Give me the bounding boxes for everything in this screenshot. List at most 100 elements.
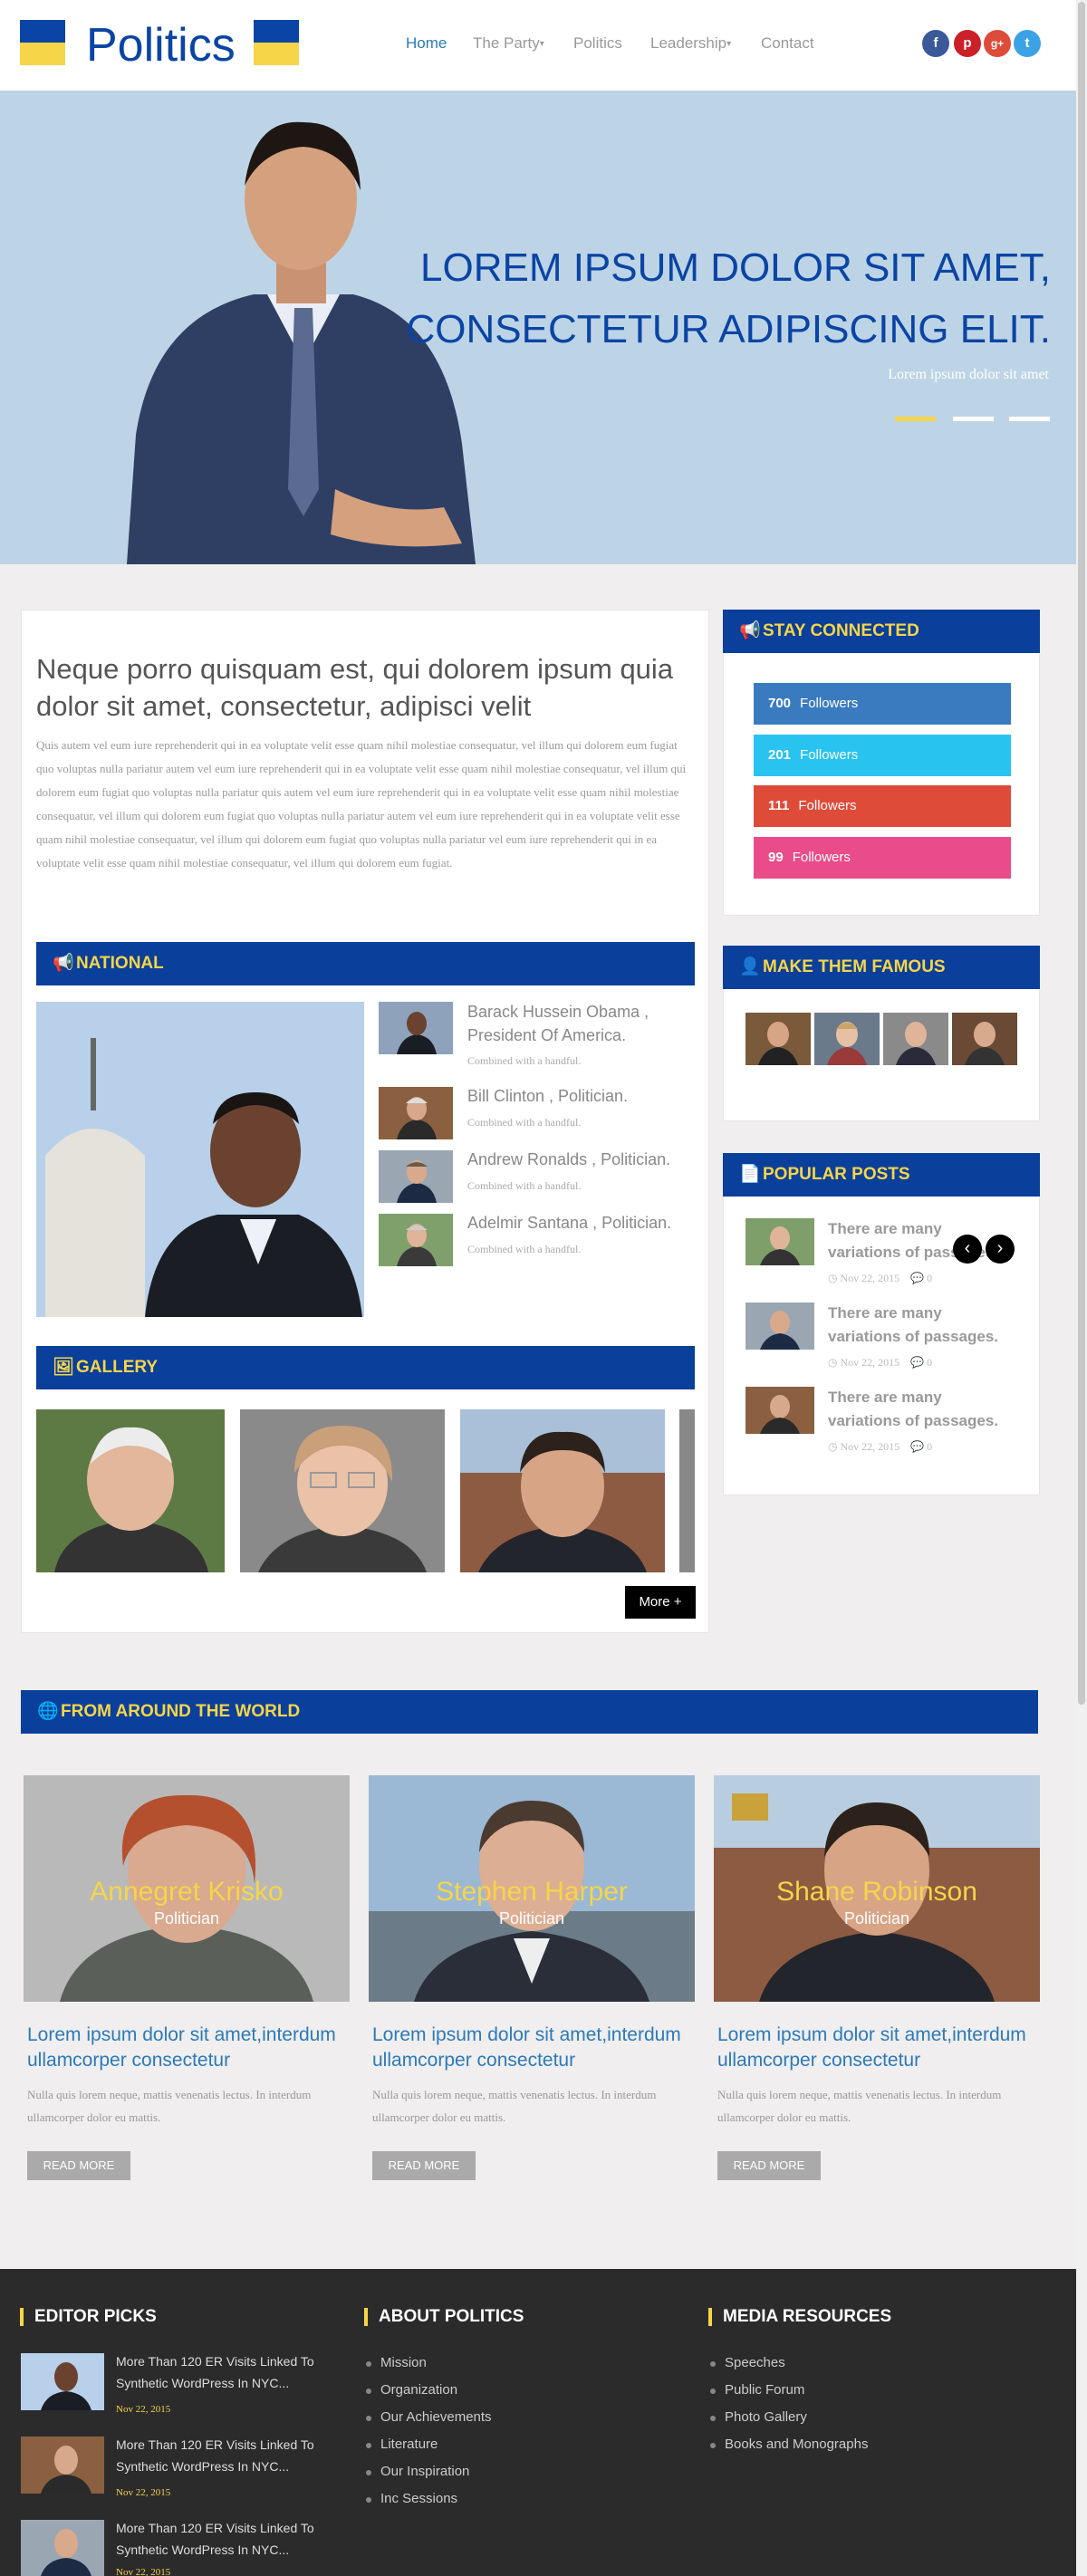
section-heading: MAKE THEM FAMOUS xyxy=(763,957,946,976)
post-photo xyxy=(746,1302,814,1350)
world-card-text: Nulla quis lorem neque, mattis venenatis… xyxy=(27,2088,312,2124)
world-card-title[interactable]: Lorem ipsum dolor sit amet,interdum ulla… xyxy=(372,2023,707,2073)
facebook-icon[interactable]: f xyxy=(922,30,949,57)
scrollbar-thumb[interactable] xyxy=(1078,2,1085,1705)
follower-count: 700 xyxy=(768,696,792,711)
gallery-photo xyxy=(36,1409,225,1572)
gallery-item-partial[interactable] xyxy=(679,1409,695,1572)
follower-label: Followers xyxy=(800,747,859,763)
pinterest-icon[interactable]: p xyxy=(954,30,981,57)
nav-leadership[interactable]: Leadership▾ xyxy=(650,34,731,53)
world-card-role: Politician xyxy=(843,1909,910,1927)
gallery-item[interactable] xyxy=(460,1409,665,1572)
intro-title: Neque porro quisquam est, qui dolorem ip… xyxy=(36,653,674,722)
world-card-role: Politician xyxy=(498,1909,565,1927)
followers-row[interactable]: 99 Followers xyxy=(754,837,1011,879)
footer-link[interactable]: Literature xyxy=(366,2437,438,2452)
world-card-title[interactable]: Lorem ipsum dolor sit amet,interdum ulla… xyxy=(27,2023,362,2073)
national-item-title[interactable]: Bill Clinton , Politician. xyxy=(467,1084,694,1108)
editor-pick-date: Nov 22, 2015 xyxy=(116,2567,171,2576)
clock-icon: ◷ xyxy=(828,1272,838,1284)
post-meta: ◷ Nov 22, 2015 💬 0 xyxy=(828,1272,932,1285)
carousel-prev-button[interactable]: ‹ xyxy=(953,1235,982,1264)
editor-pick-date: Nov 22, 2015 xyxy=(116,2404,171,2415)
editor-pick-thumb[interactable] xyxy=(21,2520,104,2576)
editor-pick-thumb[interactable] xyxy=(21,2437,104,2494)
slider-dot-active[interactable] xyxy=(895,417,936,421)
google-plus-icon[interactable]: g+ xyxy=(984,30,1011,57)
editor-pick-title[interactable]: More Than 120 ER Visits Linked To Synthe… xyxy=(116,2434,333,2477)
nav-politics[interactable]: Politics xyxy=(573,34,622,53)
followers-row[interactable]: 111 Followers xyxy=(754,785,1011,827)
editor-pick-title[interactable]: More Than 120 ER Visits Linked To Synthe… xyxy=(116,2350,333,2394)
national-item-sub: Combined with a handful. xyxy=(467,1179,582,1192)
gallery-photo xyxy=(460,1409,665,1572)
read-more-button[interactable]: READ MORE xyxy=(372,2151,476,2180)
nav-label: The Party xyxy=(473,34,540,52)
world-card-title[interactable]: Lorem ipsum dolor sit amet,interdum ulla… xyxy=(717,2023,1053,2073)
world-card-name: Shane Robinson xyxy=(776,1877,977,1907)
national-item-title[interactable]: Adelmir Santana , Politician. xyxy=(467,1211,694,1235)
post-date: Nov 22, 2015 xyxy=(840,1356,900,1369)
national-thumb[interactable] xyxy=(379,1150,453,1203)
gallery-more-button[interactable]: More + xyxy=(625,1586,696,1619)
footer-link[interactable]: Public Forum xyxy=(710,2382,804,2398)
footer-link[interactable]: Inc Sessions xyxy=(366,2491,457,2506)
twitter-icon[interactable]: t xyxy=(1014,30,1041,57)
footer-link[interactable]: Our Inspiration xyxy=(366,2464,469,2479)
obama-photo xyxy=(36,1002,364,1317)
hero-subtitle: Lorem ipsum dolor sit amet xyxy=(888,367,1049,382)
footer-link[interactable]: Mission xyxy=(366,2355,427,2370)
editor-pick-thumb[interactable] xyxy=(21,2353,104,2410)
editor-pick-title[interactable]: More Than 120 ER Visits Linked To Synthe… xyxy=(116,2517,333,2561)
footer-link[interactable]: Photo Gallery xyxy=(710,2409,807,2425)
footer-link[interactable]: Organization xyxy=(366,2382,457,2398)
read-more-button[interactable]: READ MORE xyxy=(717,2151,821,2180)
nav-contact[interactable]: Contact xyxy=(761,34,814,53)
gallery-item[interactable] xyxy=(36,1409,225,1572)
flag-icon xyxy=(20,20,65,65)
slider-dot[interactable] xyxy=(953,417,994,421)
world-card[interactable]: Annegret Krisko Politician xyxy=(24,1775,350,2002)
national-thumb[interactable] xyxy=(379,1002,453,1054)
carousel-next-button[interactable]: › xyxy=(986,1235,1015,1264)
gallery-item[interactable] xyxy=(240,1409,445,1572)
thumb-photo xyxy=(379,1214,453,1266)
editor-pick-date: Nov 22, 2015 xyxy=(116,2487,171,2498)
section-heading: POPULAR POSTS xyxy=(763,1165,910,1184)
post-title[interactable]: There are many variations of passages. xyxy=(828,1302,1018,1349)
footer-link[interactable]: Speeches xyxy=(710,2355,785,2370)
image-icon: 🖼 xyxy=(53,1358,75,1377)
footer-link[interactable]: Books and Monographs xyxy=(710,2437,868,2452)
hero-title-line: LOREM IPSUM DOLOR SIT AMET, xyxy=(420,245,1051,290)
national-thumb[interactable] xyxy=(379,1214,453,1266)
post-thumb[interactable] xyxy=(746,1387,814,1434)
post-thumb[interactable] xyxy=(746,1302,814,1350)
post-photo xyxy=(746,1387,814,1434)
read-more-button[interactable]: READ MORE xyxy=(27,2151,130,2180)
nav-home[interactable]: Home xyxy=(406,34,447,53)
followers-row[interactable]: 201 Followers xyxy=(754,735,1011,776)
national-feature-image[interactable] xyxy=(36,1002,364,1317)
pick-photo xyxy=(21,2353,104,2410)
post-thumb[interactable] xyxy=(746,1218,814,1265)
famous-thumb-strip[interactable] xyxy=(746,1013,1017,1065)
slider-dot[interactable] xyxy=(1009,417,1050,421)
comment-icon: 💬 xyxy=(910,1272,925,1284)
site-logo[interactable]: Politics xyxy=(86,16,236,74)
nav-the-party[interactable]: The Party▾ xyxy=(473,34,544,53)
follower-label: Followers xyxy=(792,850,851,865)
follower-count: 111 xyxy=(768,798,790,813)
national-thumb[interactable] xyxy=(379,1087,453,1139)
world-card[interactable]: Shane Robinson Politician xyxy=(714,1775,1040,2002)
national-item-sub: Combined with a handful. xyxy=(467,1243,582,1255)
follower-count: 201 xyxy=(768,747,792,763)
followers-row[interactable]: 700 Followers xyxy=(754,683,1011,725)
world-card[interactable]: Stephen Harper Politician xyxy=(369,1775,695,2002)
post-meta: ◷ Nov 22, 2015 💬 0 xyxy=(828,1440,932,1454)
national-item-sub: Combined with a handful. xyxy=(467,1054,582,1067)
national-item-title[interactable]: Andrew Ronalds , Politician. xyxy=(467,1148,694,1171)
footer-link[interactable]: Our Achievements xyxy=(366,2409,492,2425)
national-item-title[interactable]: Barack Hussein Obama , President Of Amer… xyxy=(467,1000,694,1047)
post-title[interactable]: There are many variations of passages. xyxy=(828,1386,1018,1433)
